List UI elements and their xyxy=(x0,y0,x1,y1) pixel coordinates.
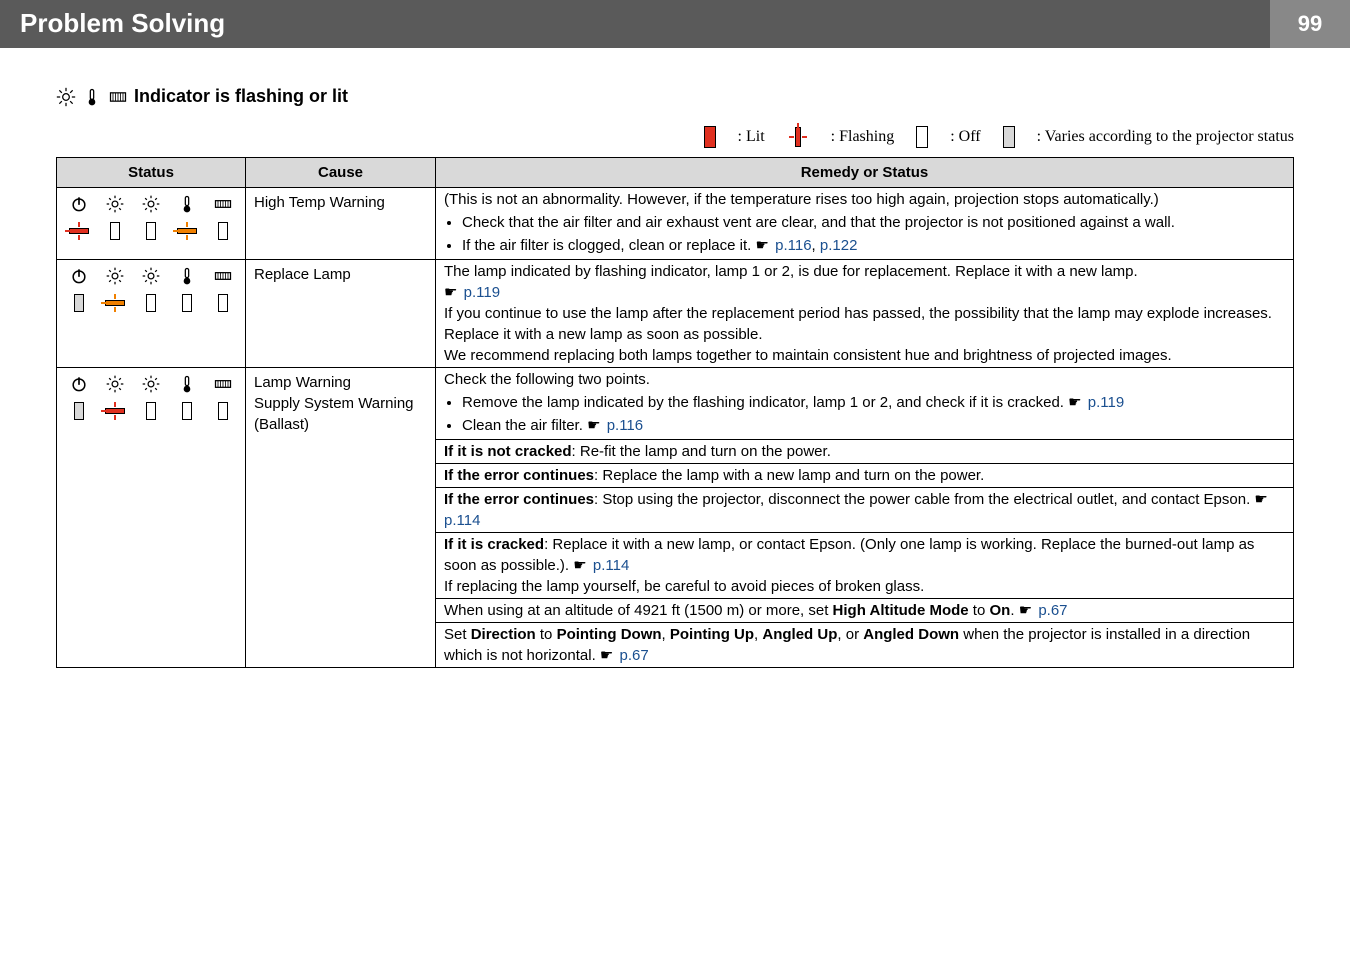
legend-flash-swatch xyxy=(787,125,809,149)
remedy-cell: If the error continues: Stop using the p… xyxy=(436,488,1294,533)
page-link[interactable]: p.114 xyxy=(444,512,480,529)
cause-cell: Lamp WarningSupply System Warning (Balla… xyxy=(246,368,436,668)
status-bottom-icon xyxy=(74,294,84,318)
page-link[interactable]: p.114 xyxy=(593,557,629,574)
page-header: Problem Solving 99 xyxy=(0,0,1350,48)
status-top-icon xyxy=(105,374,125,394)
status-top-icon xyxy=(105,194,125,214)
legend-lit-label: : Lit xyxy=(738,128,765,146)
status-bottom-icon xyxy=(218,402,228,426)
sun-icon xyxy=(56,87,76,107)
remedy-cell: If the error continues: Replace the lamp… xyxy=(436,464,1294,488)
status-cell xyxy=(57,260,246,368)
remedy-line: If the error continues: Stop using the p… xyxy=(444,489,1285,531)
legend-off-swatch xyxy=(916,126,928,148)
table-row: High Temp Warning (This is not an abnorma… xyxy=(57,188,1294,260)
table-row: Lamp WarningSupply System Warning (Balla… xyxy=(57,368,1294,440)
remedy-line: Set Direction to Pointing Down, Pointing… xyxy=(444,624,1285,666)
remedy-line: (This is not an abnormality. However, if… xyxy=(444,189,1285,210)
page-title: Problem Solving xyxy=(0,0,1270,48)
th-cause: Cause xyxy=(246,158,436,188)
remedy-bullet: Remove the lamp indicated by the flashin… xyxy=(462,392,1285,413)
remedy-bullet: If the air filter is clogged, clean or r… xyxy=(462,235,1285,256)
status-bottom-icon xyxy=(175,220,199,248)
page-number: 99 xyxy=(1270,0,1350,48)
remedy-cell: If it is not cracked: Re-fit the lamp an… xyxy=(436,440,1294,464)
remedy-bullet: Clean the air filter. ☛ p.116 xyxy=(462,415,1285,436)
page-link[interactable]: p.67 xyxy=(620,647,649,664)
page-link[interactable]: p.119 xyxy=(1088,394,1124,411)
remedy-line: We recommend replacing both lamps togeth… xyxy=(444,345,1285,366)
status-bottom-icon xyxy=(146,222,156,246)
status-bottom-icon xyxy=(110,222,120,246)
status-bottom-icon xyxy=(218,294,228,318)
therm-icon xyxy=(82,87,102,107)
status-top-icon xyxy=(69,194,89,214)
status-table: Status Cause Remedy or Status High Temp … xyxy=(56,157,1294,668)
status-bottom-icon xyxy=(103,292,127,320)
status-bottom-icon xyxy=(218,222,228,246)
remedy-line: Check the following two points. xyxy=(444,369,1285,390)
status-top-icon xyxy=(105,266,125,286)
remedy-cell: The lamp indicated by flashing indicator… xyxy=(436,260,1294,368)
status-bottom-icon xyxy=(182,402,192,426)
remedy-cell: If it is cracked: Replace it with a new … xyxy=(436,533,1294,599)
status-bottom-icon xyxy=(182,294,192,318)
legend: : Lit : Flashing : Off : Varies accordin… xyxy=(56,125,1294,149)
remedy-line: If you continue to use the lamp after th… xyxy=(444,303,1285,345)
status-top-icon xyxy=(69,266,89,286)
table-row: Replace LampThe lamp indicated by flashi… xyxy=(57,260,1294,368)
filter-icon xyxy=(108,87,128,107)
status-top-icon xyxy=(141,194,161,214)
page-link[interactable]: p.67 xyxy=(1038,602,1067,619)
remedy-line: If it is cracked: Replace it with a new … xyxy=(444,534,1285,576)
remedy-line: If it is not cracked: Re-fit the lamp an… xyxy=(444,441,1285,462)
status-cell xyxy=(57,188,246,260)
status-top-icon xyxy=(213,374,233,394)
status-top-icon xyxy=(213,266,233,286)
section-heading-text: Indicator is flashing or lit xyxy=(134,86,348,107)
status-top-icon xyxy=(177,374,197,394)
status-bottom-icon xyxy=(146,402,156,426)
status-bottom-icon xyxy=(146,294,156,318)
legend-off-label: : Off xyxy=(950,128,980,146)
status-cell xyxy=(57,368,246,668)
remedy-cell: Check the following two points.Remove th… xyxy=(436,368,1294,440)
status-top-icon xyxy=(141,266,161,286)
status-top-icon xyxy=(141,374,161,394)
cause-cell: Replace Lamp xyxy=(246,260,436,368)
remedy-cell: Set Direction to Pointing Down, Pointing… xyxy=(436,623,1294,668)
status-top-icon xyxy=(69,374,89,394)
table-header-row: Status Cause Remedy or Status xyxy=(57,158,1294,188)
th-status: Status xyxy=(57,158,246,188)
status-bottom-icon xyxy=(67,220,91,248)
remedy-line: If the error continues: Replace the lamp… xyxy=(444,465,1285,486)
remedy-line: If replacing the lamp yourself, be caref… xyxy=(444,576,1285,597)
status-top-icon xyxy=(177,266,197,286)
status-bottom-icon xyxy=(103,400,127,428)
remedy-cell: (This is not an abnormality. However, if… xyxy=(436,188,1294,260)
legend-varies-label: : Varies according to the projector stat… xyxy=(1037,128,1294,146)
remedy-cell: When using at an altitude of 4921 ft (15… xyxy=(436,599,1294,623)
page-link[interactable]: p.119 xyxy=(464,284,500,301)
section-heading: Indicator is flashing or lit xyxy=(56,86,1294,107)
remedy-bullet: Check that the air filter and air exhaus… xyxy=(462,212,1285,233)
page-link[interactable]: p.116 xyxy=(775,237,811,254)
legend-lit-swatch xyxy=(704,126,716,148)
th-remedy: Remedy or Status xyxy=(436,158,1294,188)
page-link[interactable]: p.116 xyxy=(607,417,643,434)
legend-flashing-label: : Flashing xyxy=(831,128,895,146)
page-link[interactable]: p.122 xyxy=(820,237,858,254)
status-top-icon xyxy=(213,194,233,214)
remedy-line: The lamp indicated by flashing indicator… xyxy=(444,261,1285,303)
status-bottom-icon xyxy=(74,402,84,426)
content-area: Indicator is flashing or lit : Lit : Fla… xyxy=(0,48,1350,678)
legend-varies-swatch xyxy=(1003,126,1015,148)
cause-cell: High Temp Warning xyxy=(246,188,436,260)
status-top-icon xyxy=(177,194,197,214)
remedy-line: When using at an altitude of 4921 ft (15… xyxy=(444,600,1285,621)
